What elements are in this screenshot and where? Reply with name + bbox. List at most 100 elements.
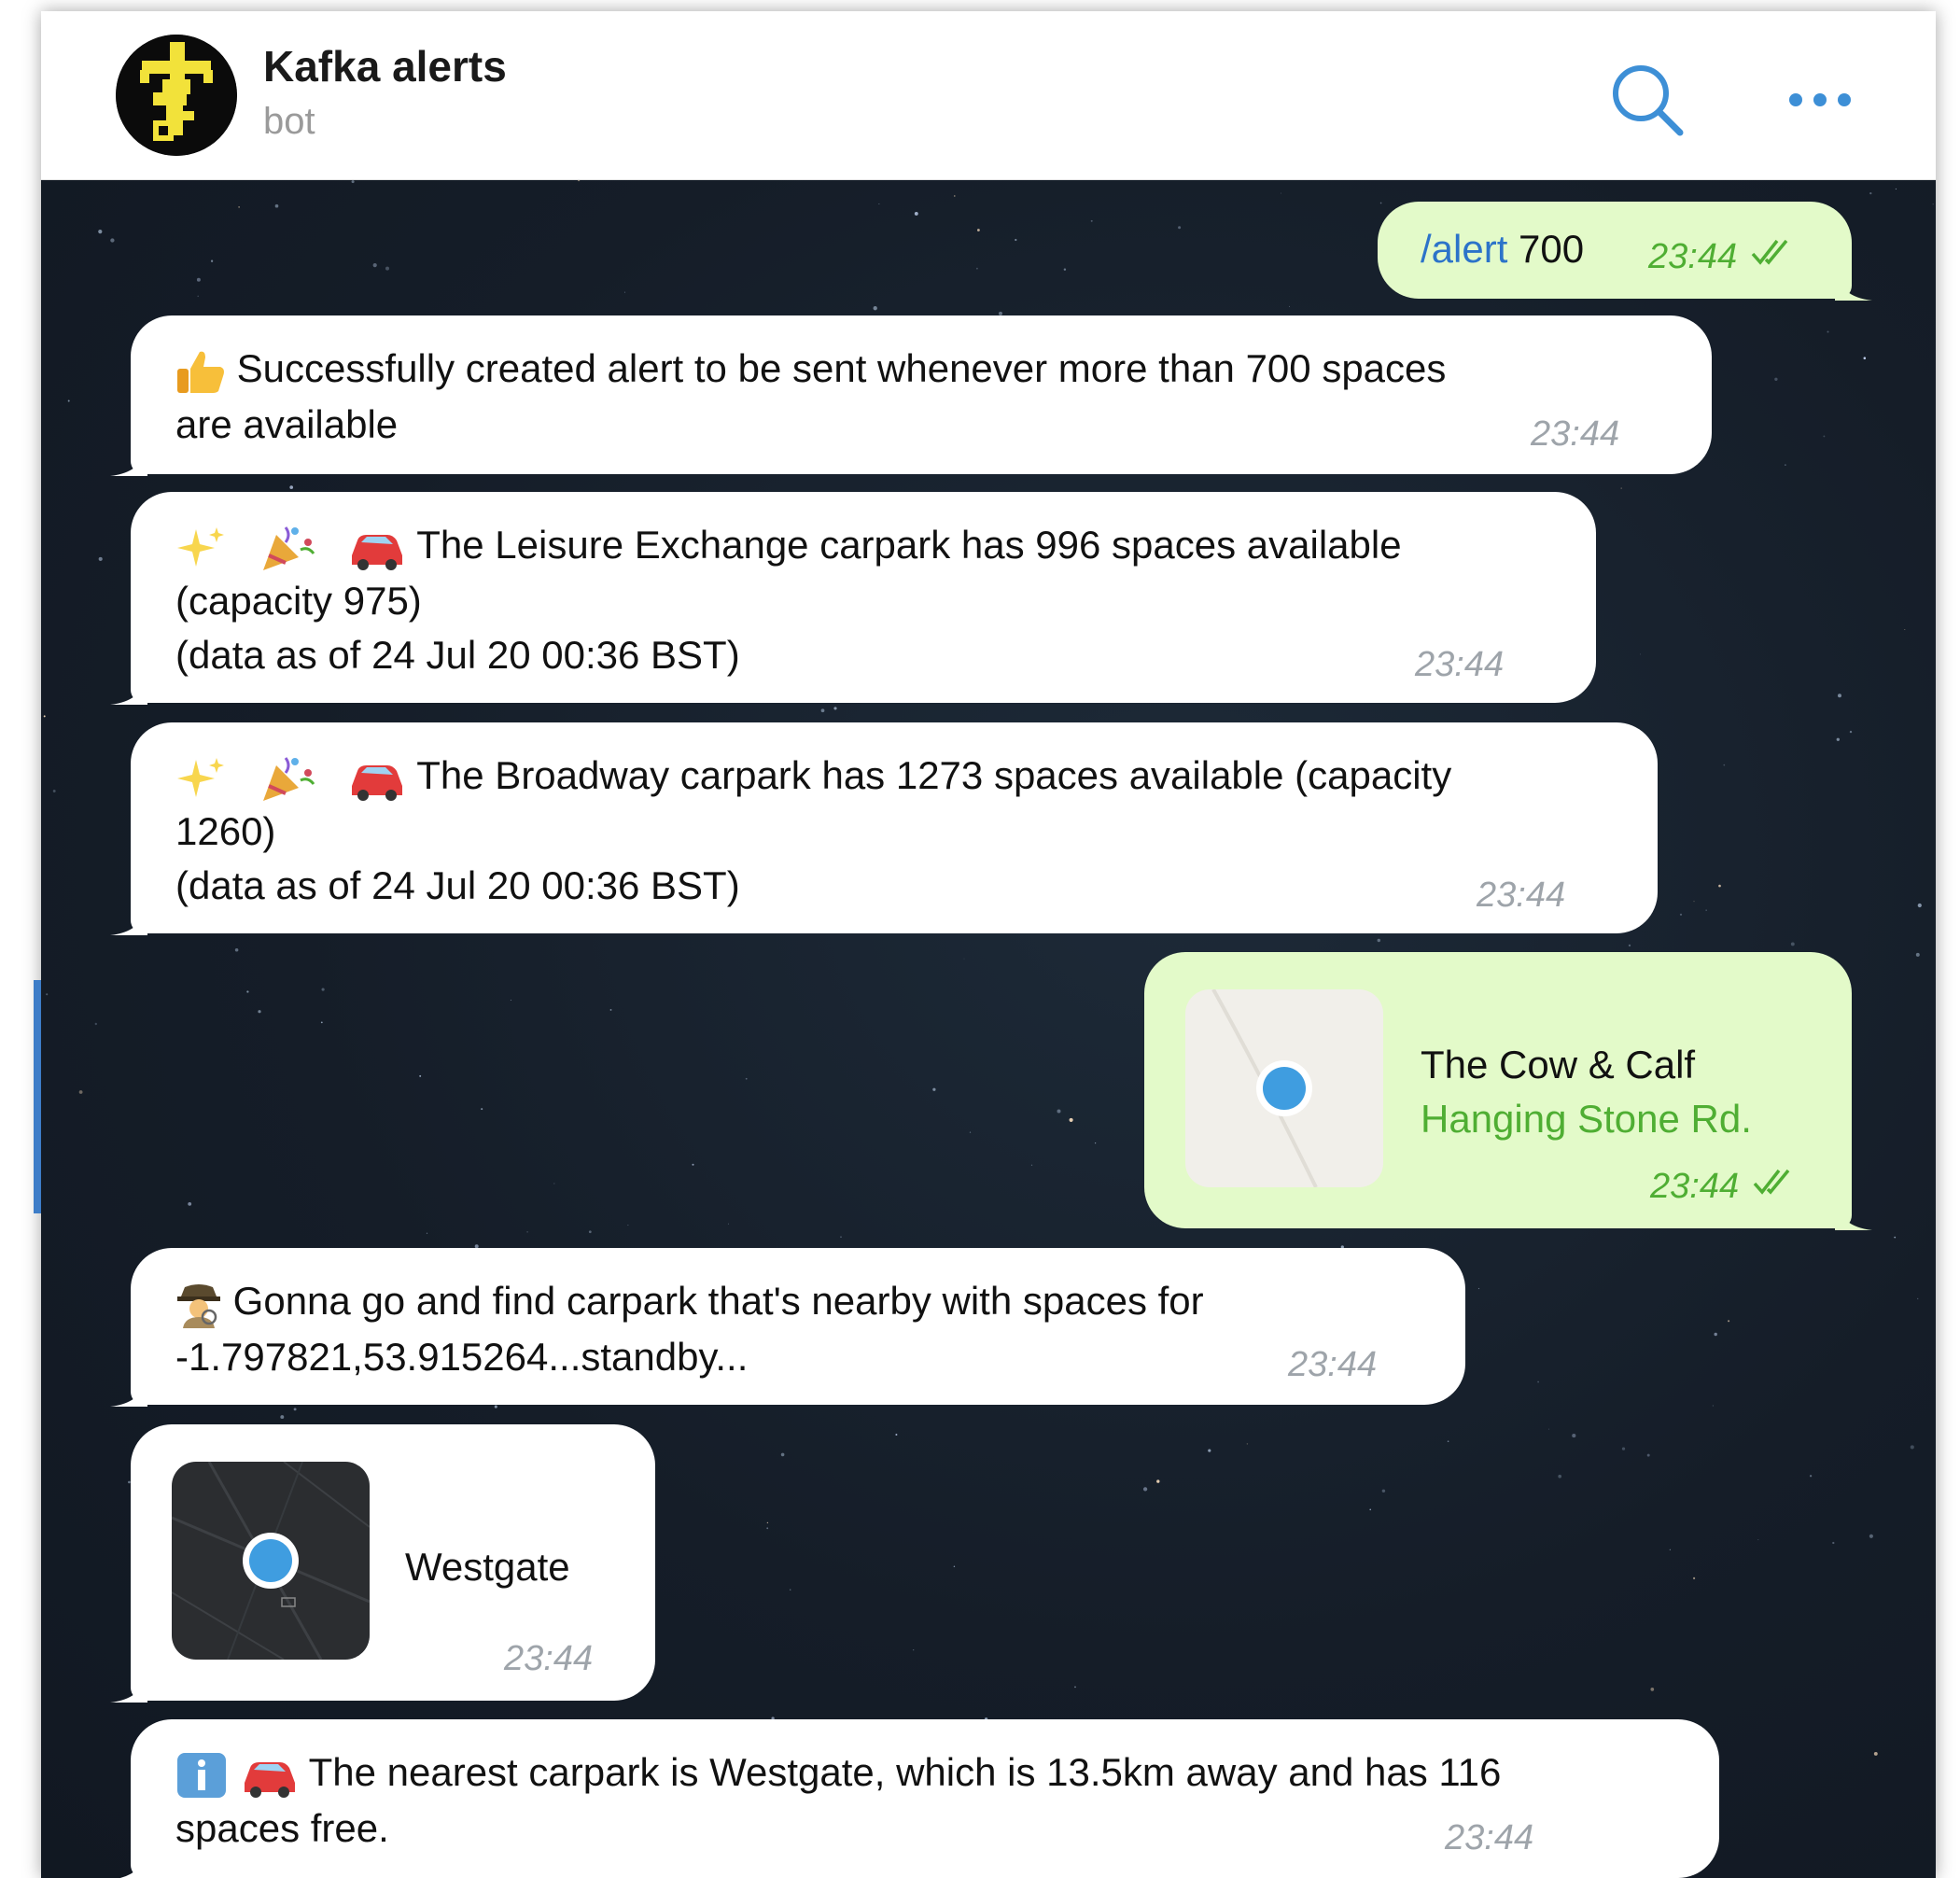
star [1917, 903, 1922, 908]
star [1447, 1440, 1449, 1442]
star [577, 180, 581, 182]
information-icon [177, 1752, 226, 1798]
star [67, 399, 70, 402]
star [1827, 330, 1829, 333]
incoming-message[interactable]: The nearest carpark is Westgate, which i… [119, 1719, 1719, 1878]
star [98, 230, 103, 234]
more-horizontal-icon [1789, 93, 1851, 106]
message-text-line: spaces free. [175, 1806, 389, 1850]
star [320, 1021, 323, 1024]
thumbs-up-icon [177, 351, 224, 393]
incoming-location-message[interactable]: Westgate 23:44 [110, 1424, 655, 1703]
star [1693, 1577, 1696, 1579]
window-edge-indicator [34, 980, 41, 1213]
star [1537, 1380, 1539, 1383]
star [372, 263, 377, 268]
location-map-thumbnail[interactable] [172, 1462, 370, 1660]
star [52, 790, 56, 792]
star [766, 1527, 769, 1530]
star [1723, 764, 1726, 766]
location-address: Hanging Stone Rd. [1421, 1097, 1752, 1141]
search-button[interactable] [1605, 58, 1689, 142]
star [1288, 305, 1290, 307]
message-text: 700 [1519, 227, 1585, 271]
star [110, 238, 115, 243]
star [1869, 1534, 1873, 1538]
location-map-thumbnail[interactable] [1185, 989, 1383, 1187]
star [873, 306, 877, 311]
star [1621, 1447, 1626, 1451]
incoming-message[interactable]: Gonna go and find carpark that's nearby … [110, 1248, 1465, 1407]
star [1679, 913, 1683, 916]
star [1849, 730, 1853, 734]
star [94, 1022, 97, 1026]
red-car-icon [352, 534, 403, 570]
bubble-tail [119, 1848, 147, 1878]
bot-command-link[interactable]: /alert [1421, 227, 1507, 271]
star [1369, 1508, 1371, 1511]
star [878, 203, 880, 204]
message-time: 23:44 [1648, 237, 1738, 276]
incoming-message[interactable]: The Broadway carpark has 1273 spaces ava… [110, 722, 1658, 935]
star [820, 708, 825, 713]
star [1548, 1428, 1550, 1430]
incoming-message[interactable]: Successfully created alert to be sent wh… [110, 315, 1712, 476]
star [1156, 1479, 1160, 1483]
double-check-icon [1753, 1169, 1790, 1195]
star [1932, 203, 1934, 205]
chat-messages-area[interactable]: /alert 700 23:44 Successfully created al… [41, 180, 1936, 1878]
detective-icon [177, 1283, 220, 1328]
message-text: The nearest carpark is Westgate, which i… [308, 1750, 1502, 1794]
star [1074, 1686, 1076, 1689]
star [1693, 901, 1695, 903]
star [210, 259, 214, 262]
star [840, 1236, 842, 1239]
red-car-icon [244, 1761, 295, 1798]
bot-avatar[interactable] [116, 35, 237, 156]
message-time: 23:44 [1477, 876, 1566, 915]
star [1178, 226, 1182, 230]
star [727, 1223, 730, 1225]
message-time: 23:44 [1531, 414, 1620, 454]
star [293, 1408, 297, 1411]
party-popper-icon [262, 526, 315, 570]
message-text-line: (data as of 24 Jul 20 00:36 BST) [175, 633, 740, 677]
star [1646, 1453, 1650, 1457]
outgoing-message[interactable]: /alert 700 23:44 [1378, 202, 1872, 301]
sparkles-icon [177, 757, 224, 797]
outgoing-location-message[interactable]: The Cow & Calf Hanging Stone Rd. 23:44 [1144, 952, 1872, 1230]
star [1477, 1287, 1480, 1290]
location-title: The Cow & Calf [1421, 1043, 1696, 1086]
star [1790, 942, 1795, 946]
star [1381, 1489, 1386, 1493]
star [1057, 1109, 1061, 1114]
message-text: The Broadway carpark has 1273 spaces ava… [416, 753, 1452, 797]
star [1757, 1539, 1759, 1541]
star [98, 556, 103, 561]
star [481, 1108, 483, 1111]
star [1863, 357, 1867, 359]
star [1838, 694, 1841, 698]
star [1869, 191, 1872, 195]
more-button[interactable] [1783, 67, 1857, 133]
star [1640, 653, 1641, 655]
chat-header: Kafka alerts bot [41, 11, 1936, 180]
star [932, 1087, 936, 1091]
message-time: 23:44 [1415, 645, 1505, 684]
message-text-line: -1.797821,53.915264...standby... [175, 1335, 749, 1379]
star [1142, 1487, 1148, 1492]
star [1823, 435, 1826, 438]
star [258, 1010, 261, 1014]
star [78, 1090, 83, 1094]
star [1712, 1405, 1714, 1407]
star [1628, 944, 1631, 947]
avatar-image [116, 35, 237, 156]
message-time: 23:44 [504, 1639, 594, 1678]
star [351, 180, 355, 184]
message-text-line: (data as of 24 Jul 20 00:36 BST) [175, 863, 740, 907]
star [588, 1230, 592, 1234]
bubble-tail [1835, 1198, 1872, 1230]
star [895, 1433, 898, 1437]
star [385, 266, 389, 271]
incoming-message[interactable]: The Leisure Exchange carpark has 996 spa… [110, 492, 1596, 705]
